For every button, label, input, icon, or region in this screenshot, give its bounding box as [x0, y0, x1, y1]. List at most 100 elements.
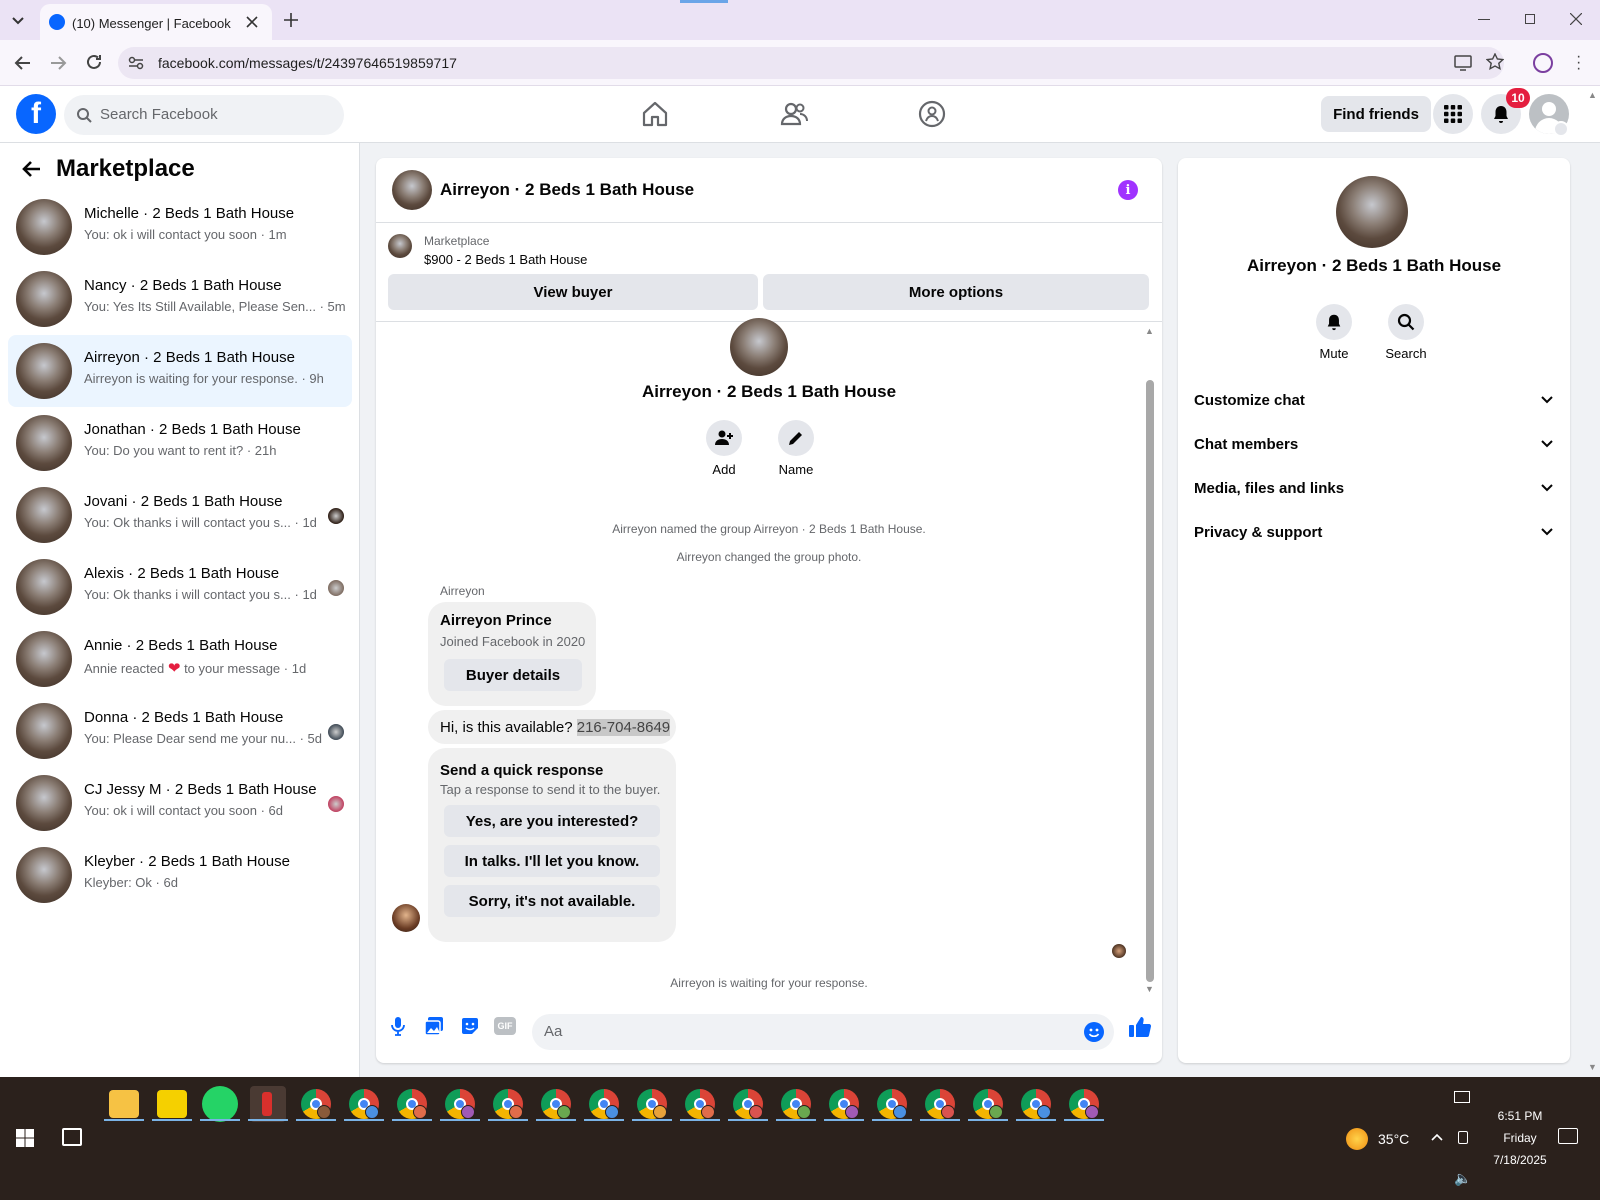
conversation-item[interactable]: Jonathan · 2 Beds 1 Bath House You: Do yo… — [8, 407, 352, 479]
chrome-profile-icon[interactable] — [877, 1089, 907, 1119]
volume-icon[interactable]: 🔈 — [1454, 1170, 1471, 1187]
facebook-logo[interactable]: f — [16, 94, 56, 134]
network-icon[interactable] — [1454, 1091, 1470, 1103]
browser-menu-icon[interactable]: · · · — [1576, 49, 1581, 77]
conversation-item[interactable]: Michelle · 2 Beds 1 Bath House You: ok i … — [8, 191, 352, 263]
whatsapp-icon[interactable] — [202, 1086, 238, 1122]
chrome-profile-icon[interactable] — [541, 1089, 571, 1119]
conversation-item[interactable]: Airreyon · 2 Beds 1 Bath House Airreyon i… — [8, 335, 352, 407]
groups-icon[interactable] — [918, 100, 946, 128]
buyer-avatar[interactable] — [392, 904, 420, 932]
clock-date[interactable]: 7/18/2025 — [1480, 1153, 1560, 1167]
sticker-icon[interactable] — [460, 1016, 480, 1036]
minimize-icon[interactable] — [1478, 19, 1490, 20]
conversation-item[interactable]: CJ Jessy M · 2 Beds 1 Bath House You: ok … — [8, 767, 352, 839]
info-icon[interactable]: i — [1118, 180, 1138, 200]
privacy-support-row[interactable]: Privacy & support — [1194, 510, 1554, 554]
clock-time[interactable]: 6:51 PM — [1480, 1109, 1560, 1123]
windows-start-icon[interactable] — [16, 1129, 34, 1147]
chrome-profile-icon[interactable] — [589, 1089, 619, 1119]
chat-title[interactable]: Airreyon · 2 Beds 1 Bath House — [440, 180, 694, 200]
chrome-profile-icon[interactable] — [1069, 1089, 1099, 1119]
bookmark-star-icon[interactable] — [1486, 53, 1504, 71]
quick-response-option[interactable]: In talks. I'll let you know. — [444, 845, 660, 877]
chrome-profile-icon[interactable] — [925, 1089, 955, 1119]
quick-response-option[interactable]: Yes, are you interested? — [444, 805, 660, 837]
profile-icon[interactable] — [1533, 53, 1553, 73]
conversation-item[interactable]: Annie · 2 Beds 1 Bath House Annie reacted… — [8, 623, 352, 695]
weather-icon[interactable] — [1346, 1128, 1368, 1150]
chrome-profile-icon[interactable] — [349, 1089, 379, 1119]
conversation-item[interactable]: Jovani · 2 Beds 1 Bath House You: Ok than… — [8, 479, 352, 551]
sticky-notes-icon[interactable] — [157, 1090, 187, 1118]
menu-grid-button[interactable] — [1433, 94, 1473, 134]
chrome-profile-icon[interactable] — [445, 1089, 475, 1119]
scroll-down-icon[interactable]: ▼ — [1145, 984, 1155, 994]
page-scroll-up-icon[interactable]: ▲ — [1588, 90, 1597, 100]
back-arrow-icon[interactable] — [22, 159, 42, 179]
url-field[interactable]: facebook.com/messages/t/2439764651985971… — [118, 47, 1504, 79]
buyer-details-button[interactable]: Buyer details — [444, 659, 582, 691]
emoji-icon[interactable] — [1084, 1022, 1104, 1042]
like-icon[interactable] — [1128, 1015, 1152, 1039]
page-scroll-down-icon[interactable]: ▼ — [1588, 1062, 1597, 1072]
chat-avatar[interactable] — [392, 170, 432, 210]
chrome-profile-icon[interactable] — [733, 1089, 763, 1119]
browser-tab[interactable]: (10) Messenger | Facebook — [40, 4, 272, 40]
info-avatar[interactable] — [1336, 176, 1408, 248]
microphone-icon[interactable] — [388, 1016, 408, 1036]
weather-temp[interactable]: 35°C — [1378, 1131, 1409, 1147]
notification-center-icon[interactable] — [1558, 1128, 1578, 1144]
task-view-icon[interactable] — [62, 1128, 82, 1146]
chrome-profile-icon[interactable] — [1021, 1089, 1051, 1119]
quick-response-option[interactable]: Sorry, it's not available. — [444, 885, 660, 917]
friends-icon[interactable] — [780, 100, 808, 128]
conversation-item[interactable]: Nancy · 2 Beds 1 Bath House You: Yes Its … — [8, 263, 352, 335]
chrome-profile-icon[interactable] — [301, 1089, 331, 1119]
home-icon[interactable] — [641, 100, 669, 128]
rename-button[interactable] — [778, 420, 814, 456]
conversation-item[interactable]: Kleyber · 2 Beds 1 Bath House Kleyber: Ok… — [8, 839, 352, 911]
scroll-up-icon[interactable]: ▲ — [1145, 326, 1155, 336]
photo-icon[interactable] — [424, 1016, 444, 1036]
pinned-app-icon[interactable] — [250, 1086, 286, 1122]
tray-chevron-up-icon[interactable] — [1430, 1130, 1444, 1144]
chrome-profile-icon[interactable] — [397, 1089, 427, 1119]
forward-icon[interactable] — [49, 54, 67, 72]
chrome-profile-icon[interactable] — [685, 1089, 715, 1119]
mute-button[interactable] — [1316, 304, 1352, 340]
conversation-item[interactable]: Alexis · 2 Beds 1 Bath House You: Ok than… — [8, 551, 352, 623]
back-icon[interactable] — [14, 54, 32, 72]
tab-search-icon[interactable] — [10, 12, 26, 28]
file-explorer-icon[interactable] — [109, 1090, 139, 1118]
chrome-profile-icon[interactable] — [829, 1089, 859, 1119]
clock-day[interactable]: Friday — [1480, 1131, 1560, 1145]
message-phone[interactable]: 216-704-8649 — [576, 718, 671, 736]
chrome-profile-icon[interactable] — [637, 1089, 667, 1119]
new-tab-icon[interactable] — [284, 13, 298, 27]
install-app-icon[interactable] — [1454, 54, 1472, 72]
add-member-button[interactable] — [706, 420, 742, 456]
search-in-chat-button[interactable] — [1388, 304, 1424, 340]
view-buyer-button[interactable]: View buyer — [388, 274, 758, 310]
chrome-profile-icon[interactable] — [781, 1089, 811, 1119]
chrome-profile-icon[interactable] — [973, 1089, 1003, 1119]
close-tab-icon[interactable] — [246, 16, 258, 28]
meet-now-icon[interactable] — [1458, 1131, 1468, 1144]
customize-chat-row[interactable]: Customize chat — [1194, 378, 1554, 422]
more-options-button[interactable]: More options — [763, 274, 1149, 310]
restore-icon[interactable] — [1525, 14, 1535, 24]
conversation-item[interactable]: Donna · 2 Beds 1 Bath House You: Please D… — [8, 695, 352, 767]
reload-icon[interactable] — [85, 53, 103, 71]
scrollbar-thumb[interactable] — [1146, 380, 1154, 982]
search-input[interactable]: Search Facebook — [64, 95, 344, 135]
chat-members-row[interactable]: Chat members — [1194, 422, 1554, 466]
site-info-icon[interactable] — [128, 55, 144, 71]
gif-icon[interactable]: GIF — [494, 1017, 516, 1035]
message-input[interactable]: Aa — [532, 1014, 1114, 1050]
find-friends-button[interactable]: Find friends — [1321, 96, 1431, 132]
close-window-icon[interactable] — [1570, 13, 1582, 25]
account-chevron-icon[interactable] — [1553, 121, 1569, 137]
media-files-row[interactable]: Media, files and links — [1194, 466, 1554, 510]
chrome-profile-icon[interactable] — [493, 1089, 523, 1119]
